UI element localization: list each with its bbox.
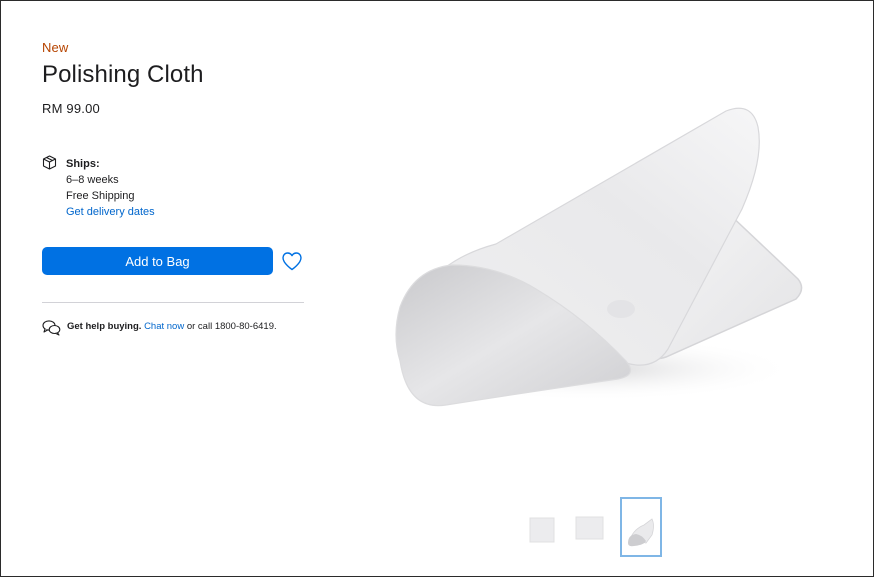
divider [42, 302, 304, 303]
chat-now-link[interactable]: Chat now [144, 321, 184, 332]
page-frame: New Polishing Cloth RM 99.00 Ships: 6–8 … [0, 0, 874, 577]
ships-duration: 6–8 weeks [66, 174, 119, 186]
shipping-text: Ships: 6–8 weeks Free Shipping Get deliv… [66, 156, 155, 220]
help-phone: or call 1800-80-6419. [184, 321, 277, 332]
get-delivery-dates-link[interactable]: Get delivery dates [66, 204, 155, 220]
ships-label: Ships: [66, 158, 100, 170]
chat-icon [42, 320, 61, 336]
thumbnail-3-image [628, 518, 654, 547]
add-to-bag-button[interactable]: Add to Bag [42, 247, 273, 275]
shipping-info: Ships: 6–8 weeks Free Shipping Get deliv… [42, 155, 304, 225]
heart-icon[interactable] [280, 249, 304, 273]
help-text: Get help buying. Chat now or call 1800-8… [67, 321, 277, 332]
product-price: RM 99.00 [42, 101, 100, 116]
thumbnail-2[interactable] [575, 515, 604, 541]
new-badge: New [42, 40, 69, 55]
box-icon [42, 155, 57, 170]
ships-cost: Free Shipping [66, 190, 135, 202]
help-row: Get help buying. Chat now or call 1800-8… [42, 319, 312, 337]
help-lead: Get help buying. [67, 321, 142, 332]
product-title: Polishing Cloth [42, 61, 204, 88]
product-hero-image [395, 107, 803, 407]
thumbnail-3-selected[interactable] [620, 497, 662, 557]
thumbnail-1[interactable] [529, 517, 555, 543]
